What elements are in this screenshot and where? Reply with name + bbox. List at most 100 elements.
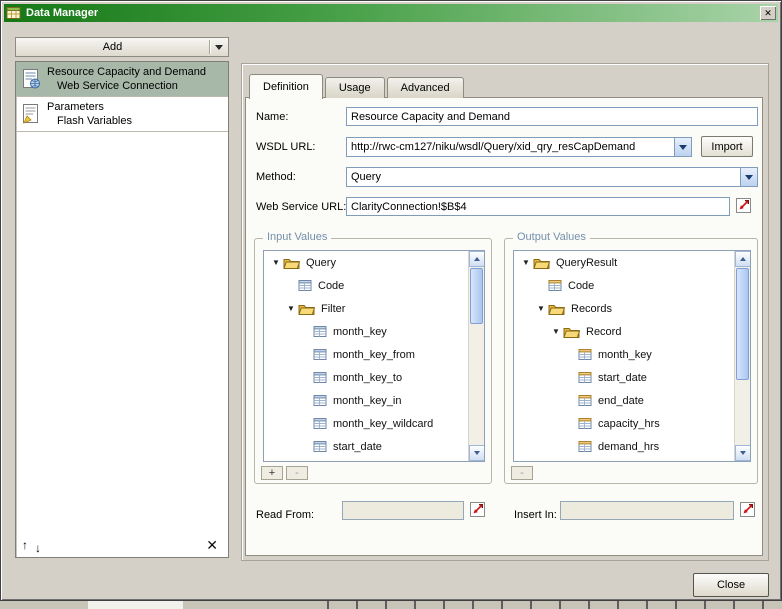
tree-node-code[interactable]: Code (514, 274, 734, 297)
tree-node-end-date[interactable]: end_date (514, 389, 734, 412)
tree-node-code[interactable]: Code (264, 274, 468, 297)
cell-range-picker-icon[interactable] (470, 502, 485, 517)
cell-range-picker-icon[interactable] (736, 198, 751, 213)
tree-node-label: demand_hrs (598, 441, 659, 453)
input-tree-scrollbar[interactable] (468, 251, 484, 461)
field-icon (313, 440, 327, 453)
expand-collapse-triangle-icon[interactable]: ▼ (287, 304, 298, 313)
tab-label: Advanced (401, 82, 450, 94)
tree-node-start-date[interactable]: start_date (264, 435, 468, 458)
list-item-title: Parameters (47, 100, 132, 114)
method-value: Query (347, 171, 740, 183)
tree-node-start-date[interactable]: start_date (514, 366, 734, 389)
tree-node-label: Filter (321, 303, 345, 315)
tree-node-month-key-in[interactable]: month_key_in (264, 389, 468, 412)
tab-label: Definition (263, 81, 309, 93)
data-manager-window: Data Manager ✕ Add Re (0, 0, 782, 601)
tab-definition[interactable]: Definition (249, 74, 323, 99)
add-button[interactable]: Add (15, 37, 229, 57)
tree-node-month-key[interactable]: month_key (514, 343, 734, 366)
close-window-button[interactable]: ✕ (760, 6, 776, 20)
wsdl-url-value: http://rwc-cm127/niku/wsdl/Query/xid_qry… (347, 141, 674, 153)
insert-in-input[interactable] (560, 501, 734, 520)
app-icon (6, 5, 22, 21)
wsdl-dropdown-button[interactable] (674, 138, 691, 156)
tree-node-label: month_key (598, 349, 652, 361)
method-combo[interactable]: Query (346, 167, 758, 187)
method-dropdown-button[interactable] (740, 168, 757, 186)
tree-node-capacity-hrs[interactable]: capacity_hrs (514, 412, 734, 435)
tree-node-label: month_key_in (333, 395, 402, 407)
arrow-down-icon (740, 451, 746, 455)
tree-node-label: month_key (333, 326, 387, 338)
tree-node-label: QueryResult (556, 257, 617, 269)
tree-node-month-key-from[interactable]: month_key_from (264, 343, 468, 366)
name-label: Name: (256, 111, 288, 123)
wsdl-url-combo[interactable]: http://rwc-cm127/niku/wsdl/Query/xid_qry… (346, 137, 692, 157)
tree-node-records[interactable]: ▼ Records (514, 297, 734, 320)
chevron-down-icon (215, 45, 223, 50)
remove-node-button[interactable]: - (511, 466, 533, 480)
scroll-thumb[interactable] (736, 268, 749, 380)
background-window-ticks (300, 601, 782, 609)
tree-node-filter[interactable]: ▼ Filter (264, 297, 468, 320)
delete-item-button[interactable]: ✕ (206, 537, 218, 554)
scroll-up-button[interactable] (469, 251, 485, 267)
import-button[interactable]: Import (701, 136, 753, 157)
web-service-url-input[interactable] (346, 197, 730, 216)
scroll-thumb[interactable] (470, 268, 483, 324)
tree-node-record[interactable]: ▼ Record (514, 320, 734, 343)
list-item-subtitle: Flash Variables (47, 114, 132, 128)
read-from-label: Read From: (256, 509, 314, 521)
expand-collapse-triangle-icon[interactable]: ▼ (272, 258, 283, 267)
move-down-button[interactable]: ↓ (35, 541, 41, 555)
wsdl-url-label: WSDL URL: (256, 141, 316, 153)
list-item-flash-variables[interactable]: Parameters Flash Variables (16, 97, 228, 132)
expand-collapse-triangle-icon[interactable]: ▼ (522, 258, 533, 267)
remove-node-button[interactable]: - (286, 466, 308, 480)
expand-collapse-triangle-icon[interactable]: ▼ (552, 327, 563, 336)
list-item-web-service-connection[interactable]: Resource Capacity and Demand Web Service… (16, 62, 228, 97)
window-title: Data Manager (26, 7, 98, 19)
output-tree-scrollbar[interactable] (734, 251, 750, 461)
field-icon (578, 394, 592, 407)
tree-node-label: Records (571, 303, 612, 315)
cell-range-picker-icon[interactable] (740, 502, 755, 517)
scroll-down-button[interactable] (735, 445, 751, 461)
add-dropdown-arrow[interactable] (210, 45, 228, 50)
input-values-title: Input Values (263, 231, 331, 243)
read-from-input[interactable] (342, 501, 464, 520)
arrow-up-icon (474, 257, 480, 261)
add-node-button[interactable]: + (261, 466, 283, 480)
tree-node-query[interactable]: ▼ Query (264, 251, 468, 274)
tree-node-label: Record (586, 326, 621, 338)
tab-advanced[interactable]: Advanced (387, 77, 464, 98)
scroll-down-button[interactable] (469, 445, 485, 461)
close-button[interactable]: Close (693, 573, 769, 597)
move-up-button[interactable]: ↑ (22, 538, 28, 552)
tree-node-queryresult[interactable]: ▼ QueryResult (514, 251, 734, 274)
field-icon (298, 279, 312, 292)
list-item-title: Resource Capacity and Demand (47, 65, 206, 79)
name-input[interactable] (346, 107, 758, 126)
field-icon (313, 371, 327, 384)
web-service-connection-icon (20, 68, 42, 90)
connections-list: Resource Capacity and Demand Web Service… (15, 61, 229, 558)
title-bar[interactable]: Data Manager ✕ (4, 4, 778, 22)
tab-strip: Definition Usage Advanced (249, 74, 466, 99)
scroll-up-button[interactable] (735, 251, 751, 267)
chevron-down-icon (679, 145, 687, 150)
chevron-down-icon (745, 175, 753, 180)
tree-node-month-key[interactable]: month_key (264, 320, 468, 343)
tab-usage[interactable]: Usage (325, 77, 385, 98)
tree-node-demand-hrs[interactable]: demand_hrs (514, 435, 734, 458)
tree-node-month-key-to[interactable]: month_key_to (264, 366, 468, 389)
arrow-up-icon (740, 257, 746, 261)
tree-node-month-key-wildcard[interactable]: month_key_wildcard (264, 412, 468, 435)
expand-collapse-triangle-icon[interactable]: ▼ (537, 304, 548, 313)
screen: Data Manager ✕ Add Re (0, 0, 782, 609)
tree-node-label: Query (306, 257, 336, 269)
tree-node-label: month_key_to (333, 372, 402, 384)
background-window-edge (88, 601, 183, 609)
folder-icon (548, 302, 565, 316)
